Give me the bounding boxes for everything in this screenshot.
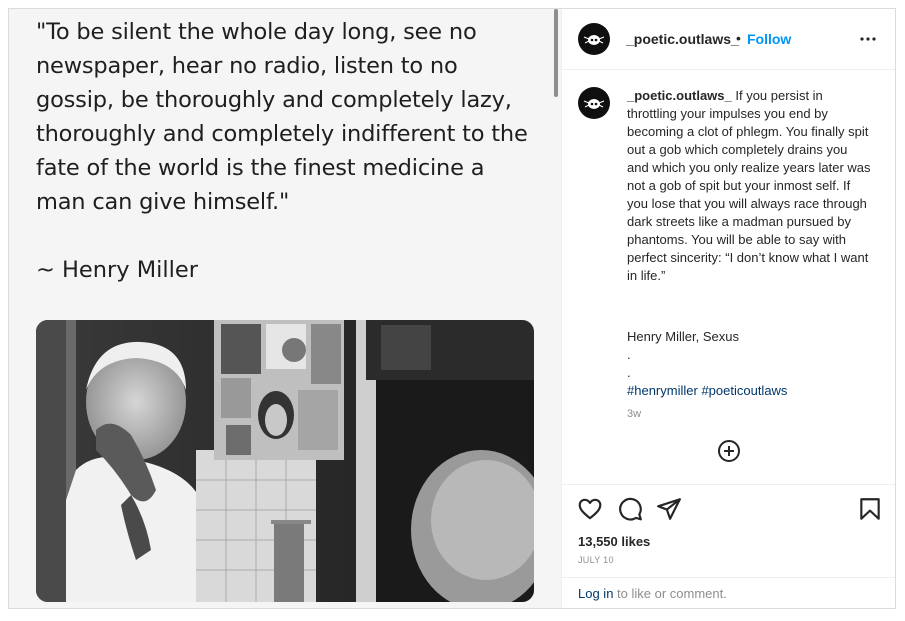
header-username[interactable]: _poetic.outlaws_ bbox=[626, 31, 739, 47]
caption-username[interactable]: _poetic.outlaws_ bbox=[627, 88, 732, 103]
quote-line: man can give himself." bbox=[36, 189, 290, 215]
more-options-button[interactable] bbox=[858, 29, 878, 49]
login-link[interactable]: Log in bbox=[578, 586, 613, 601]
skull-logo-icon bbox=[583, 99, 605, 109]
load-more-comments-button[interactable] bbox=[717, 439, 741, 463]
quote-author: ~ Henry Miller bbox=[36, 257, 199, 283]
time-ago[interactable]: 3w bbox=[627, 408, 641, 420]
post-date[interactable]: JULY 10 bbox=[578, 555, 614, 565]
quote-line: "To be silent the whole day long, see no bbox=[36, 19, 477, 45]
post-side-panel: _poetic.outlaws_ • Follow _poetic.outlaw… bbox=[561, 9, 895, 608]
caption-text: _poetic.outlaws_ If you persist in throt… bbox=[627, 87, 872, 285]
save-button[interactable] bbox=[857, 496, 883, 522]
header-separator: • bbox=[736, 30, 741, 46]
quote-line: newspaper, hear no radio, listen to no bbox=[36, 53, 458, 79]
post-modal: "To be silent the whole day long, see no… bbox=[8, 8, 896, 609]
caption-avatar[interactable] bbox=[578, 87, 610, 119]
heart-icon bbox=[578, 498, 602, 520]
post-header: _poetic.outlaws_ • Follow bbox=[562, 9, 895, 70]
hashtag-link[interactable]: #henrymiller bbox=[627, 383, 698, 398]
quote-line: gossip, be thoroughly and completely laz… bbox=[36, 87, 512, 113]
skull-logo-icon bbox=[583, 35, 605, 45]
quote-line: thoroughly and completely indifferent to… bbox=[36, 121, 528, 147]
comment-button[interactable] bbox=[617, 496, 643, 522]
follow-button[interactable]: Follow bbox=[747, 31, 791, 47]
share-button[interactable] bbox=[656, 496, 682, 522]
caption-body: If you persist in throttling your impuls… bbox=[627, 88, 871, 283]
share-icon bbox=[657, 498, 681, 520]
like-button[interactable] bbox=[577, 496, 603, 522]
plus-circle-icon bbox=[718, 440, 740, 462]
caption-dot: . bbox=[627, 347, 631, 362]
media-scrollbar[interactable] bbox=[554, 9, 558, 97]
mirror-photo bbox=[36, 320, 534, 602]
more-horizontal-icon bbox=[860, 37, 876, 41]
login-suffix: to like or comment. bbox=[613, 586, 727, 601]
likes-count[interactable]: 13,550 likes bbox=[578, 534, 650, 549]
avatar[interactable] bbox=[578, 23, 610, 55]
post-media[interactable]: "To be silent the whole day long, see no… bbox=[9, 9, 561, 608]
quote-line: fate of the world is the finest medicine… bbox=[36, 155, 485, 181]
bookmark-icon bbox=[860, 498, 880, 520]
caption-signature: Henry Miller, Sexus bbox=[627, 329, 739, 344]
hashtags: #henrymiller #poeticoutlaws bbox=[627, 383, 787, 398]
action-bar bbox=[562, 484, 895, 534]
quote-text: "To be silent the whole day long, see no… bbox=[36, 15, 556, 219]
login-text: Log in to like or comment. bbox=[578, 586, 727, 601]
hashtag-link[interactable]: #poeticoutlaws bbox=[701, 383, 787, 398]
comment-icon bbox=[619, 497, 642, 521]
login-prompt: Log in to like or comment. bbox=[562, 577, 895, 608]
caption-dot: . bbox=[627, 365, 631, 380]
